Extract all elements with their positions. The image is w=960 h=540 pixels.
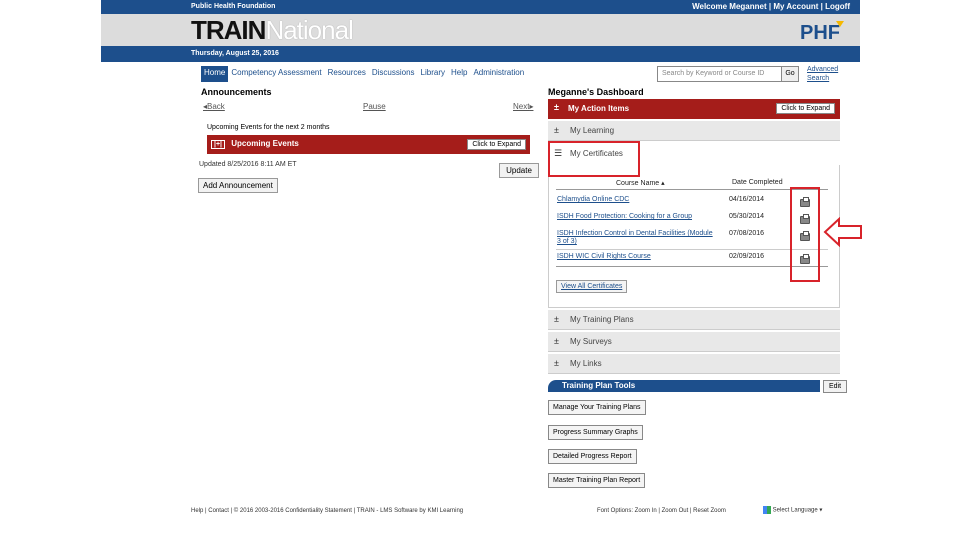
my-account-link[interactable]: My Account [773,2,818,11]
language-selector[interactable]: Select Language ▾ [763,506,822,514]
search-input[interactable]: Search by Keyword or Course ID [657,66,783,82]
expand-action-items-button[interactable]: Click to Expand [776,103,835,114]
arrow-left-icon [823,217,862,247]
separator: | [768,2,772,11]
cert-link[interactable]: ISDH Infection Control in Dental Facilit… [557,230,717,246]
my-learning-row[interactable]: ± My Learning [548,121,840,141]
divider [556,249,828,250]
course-name-label: Course Name [616,180,660,187]
logo-bold: TRAIN [191,15,266,45]
my-learning-label: My Learning [570,126,615,135]
dashboard-title: Meganne's Dashboard [548,87,644,97]
nav-help[interactable]: Help [448,66,470,82]
phf-logo-text: PHF [800,22,840,43]
edit-button[interactable]: Edit [823,380,847,393]
expand-icon: ± [554,102,559,112]
cert-date: 07/08/2016 [729,230,765,237]
date-bar: Thursday, August 25, 2016 [101,46,860,62]
chevron-down-icon: ▾ [819,507,823,514]
current-date: Thursday, August 25, 2016 [191,50,279,57]
cert-link[interactable]: ISDH Food Protection: Cooking for a Grou… [557,213,722,221]
cert-date: 05/30/2014 [729,213,765,220]
welcome-text: Welcome Megannet [692,2,767,11]
view-all-certificates-button[interactable]: View All Certificates [556,280,628,293]
user-links: Welcome Megannet | My Account | Logoff [692,2,850,11]
master-training-plan-report-button[interactable]: Master Training Plan Report [548,473,646,488]
org-name: Public Health Foundation [191,3,276,10]
my-links-row[interactable]: ± My Links [548,354,840,374]
next-label: Next [513,102,530,111]
divider [556,189,828,190]
my-surveys-row[interactable]: ± My Surveys [548,332,840,352]
nav-competency[interactable]: Competency Assessment [228,66,324,82]
main-nav: Home Competency Assessment Resources Dis… [201,66,527,82]
pause-link[interactable]: Pause [363,102,386,111]
add-announcement-button[interactable]: Add Announcement [198,178,278,193]
expand-icon: ± [554,358,559,368]
language-label: Select Language [772,507,818,514]
expand-icon: ± [554,314,559,324]
divider [556,266,828,267]
upcoming-events-bar[interactable]: |+| Upcoming Events Click to Expand [207,135,530,154]
logo-light: National [265,15,353,45]
updated-timestamp: Updated 8/25/2016 8:11 AM ET [199,161,297,168]
announcements-title: Announcements [201,87,272,97]
upcoming-label: Upcoming Events for the next 2 months [207,124,330,131]
nav-administration[interactable]: Administration [470,66,527,82]
highlight-box [790,187,820,282]
upcoming-events-label: Upcoming Events [231,139,299,148]
collapse-icon: |+| [211,140,226,149]
sort-icon: ▴ [661,180,665,187]
date-completed-header[interactable]: Date Completed [732,179,783,186]
my-training-plans-row[interactable]: ± My Training Plans [548,310,840,330]
back-link[interactable]: ◂Back [203,102,225,111]
nav-library[interactable]: Library [418,66,448,82]
action-items-label: My Action Items [568,104,630,113]
cert-date: 02/09/2016 [729,253,765,260]
footer-links[interactable]: Help | Contact | © 2016 2003-2016 Confid… [191,508,463,514]
banner: TRAINNational PHF [101,14,860,46]
cert-link[interactable]: Chlamydia Online CDC [557,196,722,204]
cert-link[interactable]: ISDH WIC Civil Rights Course [557,253,722,261]
my-training-plans-label: My Training Plans [570,315,634,324]
training-plan-tools-title: Training Plan Tools [562,381,636,390]
expand-icon: ± [554,125,559,135]
next-link[interactable]: Next▸ [513,102,533,111]
highlight-box [548,141,640,177]
action-items-bar[interactable]: ± My Action Items Click to Expand [548,99,840,119]
logoff-link[interactable]: Logoff [825,2,850,11]
google-icon [763,506,771,514]
expand-icon: ± [554,336,559,346]
manage-training-plans-button[interactable]: Manage Your Training Plans [548,400,646,415]
advanced-search-link[interactable]: Advanced Search [807,65,851,83]
page: Public Health Foundation Welcome Meganne… [101,0,862,540]
training-plan-tools-bar: Training Plan Tools [548,380,820,392]
train-logo[interactable]: TRAINNational [191,15,354,45]
search-button[interactable]: Go [781,66,799,82]
course-name-header[interactable]: Course Name ▴ [616,179,665,187]
separator: | [820,2,823,11]
cert-date: 04/16/2014 [729,196,765,203]
my-links-label: My Links [570,359,602,368]
nav-resources[interactable]: Resources [325,66,369,82]
detailed-progress-report-button[interactable]: Detailed Progress Report [548,449,637,464]
nav-discussions[interactable]: Discussions [369,66,418,82]
font-options[interactable]: Font Options: Zoom In | Zoom Out | Reset… [597,508,726,514]
nav-home[interactable]: Home [201,66,229,82]
phf-logo: PHF [800,21,844,43]
expand-upcoming-button[interactable]: Click to Expand [467,139,526,150]
my-surveys-label: My Surveys [570,337,612,346]
back-label: Back [207,102,225,111]
progress-summary-graphs-button[interactable]: Progress Summary Graphs [548,425,643,440]
top-bar: Public Health Foundation Welcome Meganne… [101,0,860,14]
update-button[interactable]: Update [499,163,539,178]
